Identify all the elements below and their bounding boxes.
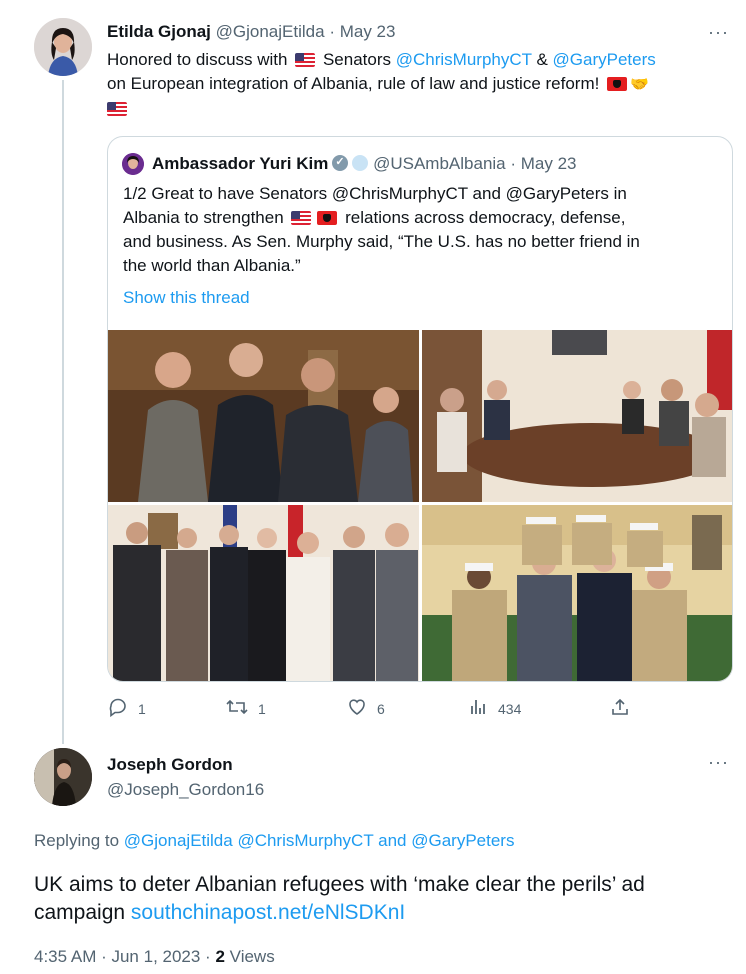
us-flag-icon: [107, 102, 127, 116]
etilda-avatar[interactable]: [34, 18, 92, 76]
views-count: 434: [498, 700, 522, 717]
albania-flag-icon: [607, 77, 628, 91]
us-government-badge-icon: [352, 155, 369, 171]
views-chart-icon: [468, 697, 488, 720]
reply-timestamp: 4:35 AM · Jun 1, 2023 · 2 Views: [34, 947, 275, 966]
quote-author-handle[interactable]: @USAmbAlbania: [373, 154, 506, 173]
verified-badge-icon: [332, 155, 349, 171]
quote-date[interactable]: · May 23: [510, 154, 576, 173]
reply-count: 1: [138, 700, 146, 717]
quoted-tweet-card[interactable]: Ambassador Yuri Kim @USAmbAlbania · May …: [107, 136, 733, 682]
mention-garypeters[interactable]: @GaryPeters: [553, 50, 656, 69]
retweet-count: 1: [258, 700, 266, 717]
photo-senators-conversation[interactable]: [108, 330, 419, 502]
photo-group-portrait[interactable]: [108, 505, 419, 681]
quote-text: 1/2 Great to have Senators @ChrisMurphyC…: [123, 184, 640, 275]
tweet-author-name[interactable]: Etilda Gjonaj: [107, 22, 211, 41]
replying-to: Replying to @GjonajEtilda @ChrisMurphyCT…: [34, 831, 515, 850]
replying-to-mentions[interactable]: @GjonajEtilda @ChrisMurphyCT and @GaryPe…: [124, 831, 515, 850]
share-action[interactable]: [610, 697, 630, 720]
tweet-author-handle[interactable]: @GjonajEtilda: [216, 22, 325, 41]
reply-author-name[interactable]: Joseph Gordon: [107, 755, 233, 775]
reply-views-count: 2: [215, 947, 225, 966]
show-thread-link[interactable]: Show this thread: [123, 288, 250, 308]
thread-connector-line: [62, 80, 64, 744]
handshake-icon: 🤝: [630, 76, 649, 93]
reply-action[interactable]: 1: [108, 697, 146, 720]
heart-icon: [347, 697, 367, 720]
retweet-action[interactable]: 1: [226, 697, 266, 720]
like-count: 6: [377, 700, 385, 717]
tweet-more-icon[interactable]: ···: [708, 22, 729, 43]
reply-text: UK aims to deter Albanian refugees with …: [34, 873, 645, 924]
photo-marines-group[interactable]: [422, 505, 732, 681]
tweet-date[interactable]: · May 23: [329, 22, 395, 41]
tweet-text: Honored to discuss with Senators @ChrisM…: [107, 48, 727, 121]
reply-icon: [108, 697, 128, 720]
albania-flag-icon: [317, 211, 338, 225]
quote-author-name[interactable]: Ambassador Yuri Kim: [152, 154, 328, 173]
reply-author-handle[interactable]: @Joseph_Gordon16: [107, 780, 264, 800]
us-flag-icon: [295, 53, 316, 67]
mention-chrismurphy[interactable]: @ChrisMurphyCT: [396, 50, 532, 69]
us-flag-icon: [291, 211, 312, 225]
joseph-avatar[interactable]: [34, 748, 92, 806]
yuri-kim-avatar: [122, 153, 144, 175]
views-action[interactable]: 434: [468, 697, 521, 720]
reply-more-icon[interactable]: ···: [708, 752, 729, 773]
like-action[interactable]: 6: [347, 697, 385, 720]
article-link[interactable]: southchinapost.net/eNlSDKnI: [131, 901, 405, 924]
photo-meeting-table[interactable]: [422, 330, 732, 502]
share-icon: [610, 697, 630, 720]
reply-views-label: Views: [229, 947, 275, 966]
retweet-icon: [226, 697, 248, 720]
